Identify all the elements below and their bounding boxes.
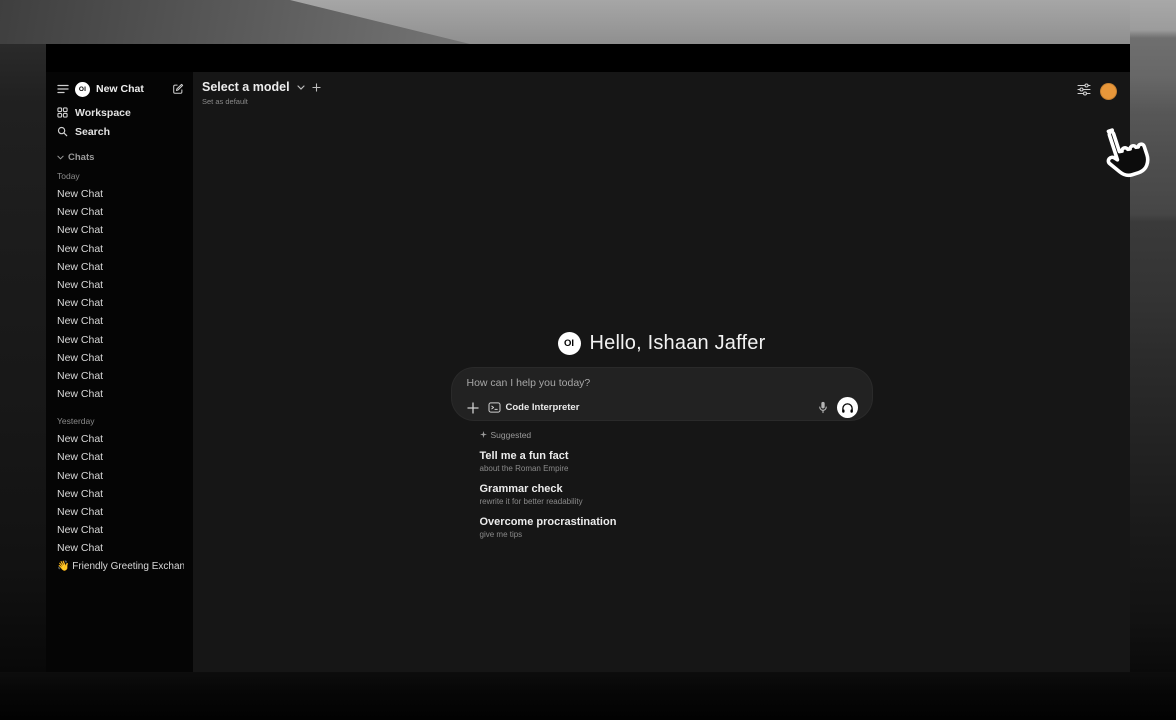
wallpaper-right [1130,0,1176,720]
greeting-text: Hello, Ishaan Jaffer [590,332,766,355]
search-label: Search [75,126,110,138]
chat-item-friendly-greeting[interactable]: 👋 Friendly Greeting Exchange [57,558,184,576]
chats-section-toggle[interactable]: Chats [57,150,184,164]
suggested-prompt[interactable]: Overcome procrastination give me tips [480,516,872,539]
code-interpreter-toggle[interactable]: Code Interpreter [488,402,580,413]
sparkle-icon [480,431,487,438]
suggested-prompt-subtitle: give me tips [480,530,872,539]
main-panel: Select a model Set as default [193,72,1130,672]
headphones-icon [841,402,854,414]
code-interpreter-label: Code Interpreter [506,402,580,413]
list-item[interactable]: New Chat [57,430,184,448]
list-item[interactable]: New Chat [57,294,184,312]
app-logo: OI [558,332,581,355]
group-label-today: Today [57,171,184,182]
message-input-placeholder[interactable]: How can I help you today? [467,377,858,389]
sidebar-title: New Chat [96,83,144,95]
list-item[interactable]: New Chat [57,539,184,557]
suggested-prompt[interactable]: Grammar check rewrite it for better read… [480,483,872,506]
sidebar-item-search[interactable]: Search [57,122,184,141]
microphone-icon[interactable] [818,401,828,414]
set-as-default-link[interactable]: Set as default [202,97,321,106]
chevron-down-icon [57,155,64,160]
voice-call-button[interactable] [837,397,858,418]
chat-list-yesterday: New ChatNew ChatNew ChatNew ChatNew Chat… [57,430,184,557]
list-item[interactable]: New Chat [57,185,184,203]
sidebar-toggle-icon[interactable] [57,84,69,94]
desktop: OI New Chat Workspace [0,0,1176,720]
model-selector[interactable]: Select a model [202,80,321,94]
model-selector-label: Select a model [202,80,290,94]
list-item[interactable]: New Chat [57,385,184,403]
chats-section-label: Chats [68,152,94,163]
list-item[interactable]: New Chat [57,448,184,466]
wallpaper-bottom [0,672,1176,720]
chat-list-today: New ChatNew ChatNew ChatNew ChatNew Chat… [57,185,184,403]
search-icon [57,126,68,137]
list-item[interactable]: New Chat [57,221,184,239]
suggested-prompt-title: Overcome procrastination [480,516,872,528]
terminal-icon [488,402,501,413]
app-logo: OI [75,82,90,97]
suggested-section: Suggested Tell me a fun fact about the R… [452,420,872,539]
list-item[interactable]: New Chat [57,521,184,539]
list-item[interactable]: New Chat [57,240,184,258]
list-item[interactable]: New Chat [57,467,184,485]
list-item[interactable]: New Chat [57,485,184,503]
suggested-prompt-subtitle: rewrite it for better readability [480,497,872,506]
list-item[interactable]: New Chat [57,258,184,276]
workspace-label: Workspace [75,107,131,119]
suggested-prompt-subtitle: about the Roman Empire [480,464,872,473]
suggested-list: Tell me a fun fact about the Roman Empir… [480,450,872,539]
sidebar-item-workspace[interactable]: Workspace [57,103,184,122]
list-item[interactable]: New Chat [57,276,184,294]
list-item[interactable]: New Chat [57,503,184,521]
open-webui-window: OI New Chat Workspace [46,44,1130,672]
list-item[interactable]: New Chat [57,349,184,367]
workspace-grid-icon [57,107,68,118]
list-item[interactable]: New Chat [57,367,184,385]
list-item[interactable]: New Chat [57,203,184,221]
suggested-prompt-title: Grammar check [480,483,872,495]
sidebar: OI New Chat Workspace [46,72,193,672]
suggested-prompt[interactable]: Tell me a fun fact about the Roman Empir… [480,450,872,473]
new-chat-icon[interactable] [172,83,184,95]
attach-plus-icon[interactable] [467,402,479,414]
group-label-yesterday: Yesterday [57,416,184,427]
suggested-label: Suggested [491,430,532,440]
list-item[interactable]: New Chat [57,331,184,349]
suggested-prompt-title: Tell me a fun fact [480,450,872,462]
add-model-icon[interactable] [312,83,321,92]
user-avatar[interactable] [1100,83,1117,100]
message-composer[interactable]: How can I help you today? Code Interpret… [452,368,872,420]
list-item[interactable]: New Chat [57,312,184,330]
window-titlebar [46,44,1130,72]
wallpaper-left [0,44,46,720]
chevron-down-icon [297,85,305,90]
settings-sliders-icon[interactable] [1077,83,1091,96]
